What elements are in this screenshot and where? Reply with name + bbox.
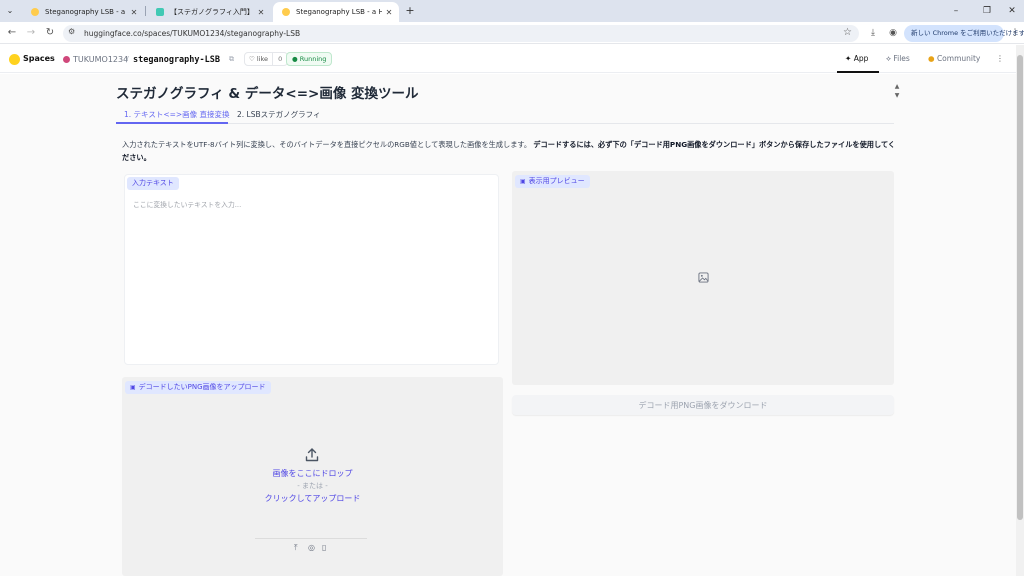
image-icon: ▣ [520,178,526,185]
tab-search-icon[interactable]: ⌄ [3,4,17,18]
upload-icon[interactable] [304,447,320,463]
path-separator: / [126,55,129,64]
huggingface-icon [282,8,290,16]
restore-icon[interactable]: ❐ [980,4,994,18]
browser-tab-title: 【ステガノグラフィ入門】#4 スパイ秘 [170,8,254,16]
repo-name[interactable]: steganography-LSB [133,55,220,65]
address-bar[interactable]: ⚙ huggingface.co/spaces/TUKUMO1234/stega… [63,25,859,42]
more-options-icon[interactable]: ⋮ [996,54,1004,63]
or-text: - または - [297,482,328,490]
huggingface-icon [31,8,39,16]
preview-label-text: 表示用プレビュー [528,177,585,185]
nav-files[interactable]: ⟡ Files [886,54,910,64]
minimize-icon[interactable]: – [949,4,963,18]
nav-app-label: App [853,54,869,63]
owner-link[interactable]: TUKUMO1234 [73,55,128,64]
copy-icon[interactable]: ⧉ [229,55,234,64]
image-icon: ▣ [130,384,136,391]
files-icon: ⟡ [886,54,891,63]
like-label: like [256,55,269,63]
hf-header: Spaces TUKUMO1234 / steganography-LSB ⧉ … [0,45,1024,73]
new-tab-icon[interactable]: + [403,4,417,18]
spaces-link[interactable]: Spaces [23,54,55,63]
status-badge: ● Running [286,52,333,66]
webcam-icon[interactable]: ◎ [308,543,315,552]
tab-lsb-steganography[interactable]: 2. LSBステガノグラフィ [237,108,320,124]
close-tab-icon[interactable]: ✕ [254,8,268,17]
close-tab-icon[interactable]: ✕ [127,8,141,17]
profile-icon[interactable]: ◉ [886,26,900,40]
browser-tab-3[interactable]: Steganography LSB - a Huggi ✕ [273,2,399,22]
image-placeholder-icon [698,272,709,283]
nav-active-indicator [837,71,879,73]
url-text[interactable]: huggingface.co/spaces/TUKUMO1234/stegano… [84,29,300,38]
browser-tab-2[interactable]: 【ステガノグラフィ入門】#4 スパイ秘 ✕ [147,2,271,22]
huggingface-logo-icon[interactable] [9,54,20,65]
nav-community-label: Community [936,54,981,63]
page-scrollbar-thumb[interactable] [1017,55,1023,520]
browser-tab-title: Steganography LSB - a Hugging [45,8,127,16]
download-png-button[interactable]: デコード用PNG画像をダウンロード [512,395,894,415]
click-upload-text[interactable]: クリックしてアップロード [122,493,503,504]
community-icon: ● [928,54,935,63]
nav-community[interactable]: ● Community [928,54,980,63]
close-tab-icon[interactable]: ✕ [382,8,396,17]
browser-tab-title: Steganography LSB - a Huggi [296,8,382,16]
upload-toolbar-divider [255,538,367,539]
tab-divider [145,6,146,16]
note-icon [156,8,164,16]
download-icon[interactable]: ⤓ [866,26,880,40]
input-text-label: 入力テキスト [127,177,179,190]
browser-toolbar: ← → ↻ ⚙ huggingface.co/spaces/TUKUMO1234… [0,22,1024,44]
reload-icon[interactable]: ↻ [43,26,57,40]
page-title: ステガノグラフィ & データ<=>画像 変換ツール [116,86,419,102]
scroll-arrows-icon[interactable]: ▲ ▼ [892,82,902,100]
preview-label: ▣ 表示用プレビュー [515,175,590,188]
nav-files-label: Files [893,54,910,63]
upload-source-icon[interactable]: ⤒ [294,543,298,553]
bookmark-star-icon[interactable]: ☆ [843,27,852,38]
site-settings-icon[interactable]: ⚙ [68,27,75,36]
browser-tab-strip: ⌄ Steganography LSB - a Hugging ✕ 【ステガノグ… [0,0,1024,22]
heart-icon: ♡ like [245,53,274,65]
drop-text[interactable]: 画像をここにドロップ [122,468,503,479]
app-tabs: 1. テキスト<=>画像 直接変換 2. LSBステガノグラフィ [116,108,894,124]
nav-app[interactable]: ✦ App [845,54,868,63]
browser-tab-1[interactable]: Steganography LSB - a Hugging ✕ [22,2,144,22]
like-button[interactable]: ♡ like 0 [244,52,289,66]
status-text: Running [299,55,327,63]
forward-icon[interactable]: → [24,26,38,40]
description: 入力されたテキストをUTF-8バイト列に変換し、そのバイトデータを直接ピクセルの… [122,139,897,164]
back-icon[interactable]: ← [5,26,19,40]
tab-text-image-convert[interactable]: 1. テキスト<=>画像 直接変換 [116,108,230,124]
close-window-icon[interactable]: ✕ [1005,4,1019,18]
description-text: 入力されたテキストをUTF-8バイト列に変換し、そのバイトデータを直接ピクセルの… [122,140,532,149]
text-input[interactable] [133,199,493,349]
clipboard-icon[interactable]: ▯ [322,543,326,552]
owner-avatar [63,56,70,63]
chrome-update-button[interactable]: 新しい Chrome をご利用いただけます [904,25,1024,42]
upload-label: ▣ デコードしたいPNG画像をアップロード [125,381,271,394]
app-icon: ✦ [845,54,852,63]
browser-menu-icon[interactable]: ⋮ [1009,26,1021,40]
upload-label-text: デコードしたいPNG画像をアップロード [138,383,266,391]
